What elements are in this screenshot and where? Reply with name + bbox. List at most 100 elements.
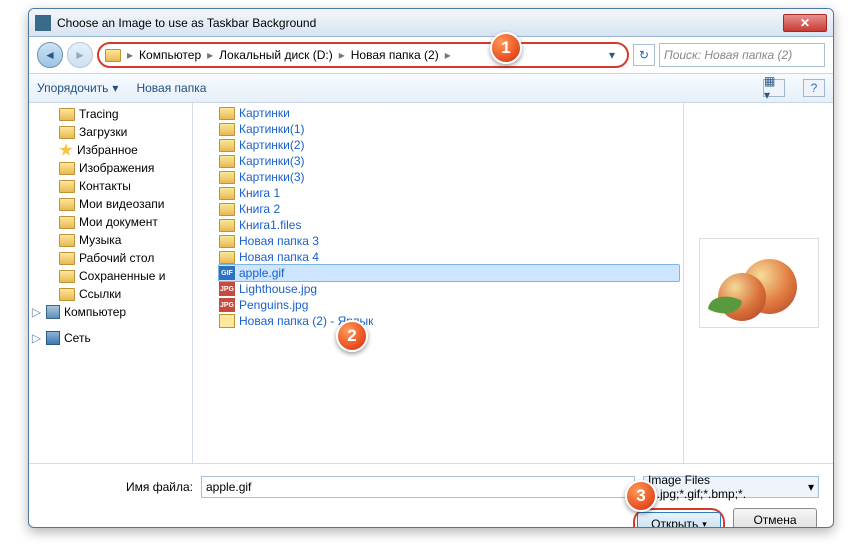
folder-icon bbox=[219, 107, 235, 120]
list-item[interactable]: Книга 1 bbox=[193, 185, 683, 201]
search-placeholder: Поиск: Новая папка (2) bbox=[664, 48, 792, 62]
organize-menu[interactable]: Упорядочить ▾ bbox=[37, 81, 118, 95]
folder-icon bbox=[219, 219, 235, 232]
titlebar[interactable]: Choose an Image to use as Taskbar Backgr… bbox=[29, 9, 833, 37]
folder-icon bbox=[219, 235, 235, 248]
folder-icon bbox=[59, 162, 75, 175]
list-item[interactable]: Картинки bbox=[193, 105, 683, 121]
filename-label: Имя файла: bbox=[43, 480, 193, 494]
list-item[interactable]: Картинки(3) bbox=[193, 153, 683, 169]
split-chevron-icon[interactable]: ▾ bbox=[702, 519, 707, 529]
list-item-selected[interactable]: GIFapple.gif bbox=[218, 264, 680, 282]
folder-icon bbox=[219, 155, 235, 168]
folder-icon bbox=[59, 234, 75, 247]
close-button[interactable]: ✕ bbox=[783, 14, 827, 32]
folder-icon bbox=[219, 139, 235, 152]
forward-button[interactable]: ► bbox=[67, 42, 93, 68]
folder-icon bbox=[59, 108, 75, 121]
folder-icon bbox=[59, 198, 75, 211]
list-item[interactable]: Картинки(1) bbox=[193, 121, 683, 137]
nav-tree[interactable]: Tracing Загрузки Избранное Изображения К… bbox=[29, 103, 193, 463]
annotation-callout-1: 1 bbox=[490, 32, 522, 64]
list-item[interactable]: JPGLighthouse.jpg bbox=[193, 281, 683, 297]
expand-icon[interactable]: ▷ bbox=[31, 331, 42, 345]
tree-item[interactable]: Tracing bbox=[29, 105, 192, 123]
tree-item[interactable]: Загрузки bbox=[29, 123, 192, 141]
file-type-filter[interactable]: Image Files (*.jpg;*.gif;*.bmp;*.▾ bbox=[643, 476, 819, 498]
dialog-footer: Имя файла: Image Files (*.jpg;*.gif;*.bm… bbox=[29, 463, 833, 528]
chevron-right-icon[interactable]: ▸ bbox=[337, 48, 347, 62]
back-button[interactable]: ◄ bbox=[37, 42, 63, 68]
list-item[interactable]: Новая папка 4 bbox=[193, 249, 683, 265]
tree-item[interactable]: Контакты bbox=[29, 177, 192, 195]
folder-icon bbox=[219, 123, 235, 136]
filename-input[interactable] bbox=[201, 476, 635, 498]
jpg-icon: JPG bbox=[219, 282, 235, 296]
annotation-callout-3: 3 bbox=[625, 480, 657, 512]
file-open-dialog: Choose an Image to use as Taskbar Backgr… bbox=[28, 8, 834, 528]
list-item[interactable]: Картинки(3) bbox=[193, 169, 683, 185]
tree-item[interactable]: Сохраненные и bbox=[29, 267, 192, 285]
expand-icon[interactable]: ▷ bbox=[31, 305, 42, 319]
refresh-button[interactable]: ↻ bbox=[633, 44, 655, 66]
preview-pane bbox=[683, 103, 833, 463]
chevron-down-icon: ▾ bbox=[808, 480, 814, 494]
view-options-button[interactable]: ▦ ▾ bbox=[763, 79, 785, 97]
folder-icon bbox=[59, 270, 75, 283]
annotation-callout-2: 2 bbox=[336, 320, 368, 352]
chevron-down-icon: ▾ bbox=[112, 81, 118, 95]
new-folder-button[interactable]: Новая папка bbox=[136, 81, 206, 95]
tree-item[interactable]: Избранное bbox=[29, 141, 192, 159]
folder-icon bbox=[219, 171, 235, 184]
folder-icon bbox=[219, 251, 235, 264]
cancel-button[interactable]: Отмена bbox=[733, 508, 817, 528]
address-dropdown-icon[interactable]: ▾ bbox=[603, 48, 621, 62]
star-icon bbox=[59, 143, 73, 157]
tree-item[interactable]: Мои видеозапи bbox=[29, 195, 192, 213]
app-icon bbox=[35, 15, 51, 31]
toolbar: Упорядочить ▾ Новая папка ▦ ▾ ? bbox=[29, 73, 833, 103]
tree-item[interactable]: Изображения bbox=[29, 159, 192, 177]
chevron-right-icon[interactable]: ▸ bbox=[205, 48, 215, 62]
chevron-right-icon[interactable]: ▸ bbox=[443, 48, 453, 62]
tree-item[interactable]: Рабочий стол bbox=[29, 249, 192, 267]
breadcrumb-disk[interactable]: Локальный диск (D:) bbox=[219, 48, 333, 62]
computer-icon bbox=[46, 305, 60, 319]
tree-item[interactable]: Ссылки bbox=[29, 285, 192, 303]
folder-icon bbox=[219, 187, 235, 200]
list-item[interactable]: Новая папка (2) - Ярлык bbox=[193, 313, 683, 329]
open-button[interactable]: Открыть ▾ bbox=[637, 512, 721, 528]
list-item[interactable]: Книга 2 bbox=[193, 201, 683, 217]
search-input[interactable]: Поиск: Новая папка (2) bbox=[659, 43, 825, 67]
tree-item[interactable]: Мои документ bbox=[29, 213, 192, 231]
tree-item[interactable]: Музыка bbox=[29, 231, 192, 249]
folder-icon bbox=[59, 216, 75, 229]
jpg-icon: JPG bbox=[219, 298, 235, 312]
location-icon bbox=[105, 49, 121, 62]
list-item[interactable]: Новая папка 3 bbox=[193, 233, 683, 249]
list-item[interactable]: Книга1.files bbox=[193, 217, 683, 233]
file-list[interactable]: Картинки Картинки(1) Картинки(2) Картинк… bbox=[193, 103, 683, 463]
nav-bar: ◄ ► ▸ Компьютер ▸ Локальный диск (D:) ▸ … bbox=[29, 37, 833, 73]
preview-image bbox=[699, 238, 819, 328]
gif-icon: GIF bbox=[219, 266, 235, 280]
list-item[interactable]: JPGPenguins.jpg bbox=[193, 297, 683, 313]
network-icon bbox=[46, 331, 60, 345]
tree-item-network[interactable]: ▷Сеть bbox=[29, 329, 192, 347]
folder-icon bbox=[59, 252, 75, 265]
tree-item-computer[interactable]: ▷Компьютер bbox=[29, 303, 192, 321]
folder-icon bbox=[219, 203, 235, 216]
breadcrumb-folder[interactable]: Новая папка (2) bbox=[351, 48, 439, 62]
chevron-right-icon[interactable]: ▸ bbox=[125, 48, 135, 62]
shortcut-icon bbox=[219, 314, 235, 328]
folder-icon bbox=[59, 288, 75, 301]
help-button[interactable]: ? bbox=[803, 79, 825, 97]
breadcrumb-computer[interactable]: Компьютер bbox=[139, 48, 201, 62]
list-item[interactable]: Картинки(2) bbox=[193, 137, 683, 153]
content-area: Tracing Загрузки Избранное Изображения К… bbox=[29, 103, 833, 463]
window-title: Choose an Image to use as Taskbar Backgr… bbox=[57, 16, 783, 30]
folder-icon bbox=[59, 180, 75, 193]
open-button-highlight: Открыть ▾ bbox=[633, 508, 725, 528]
folder-icon bbox=[59, 126, 75, 139]
address-bar[interactable]: ▸ Компьютер ▸ Локальный диск (D:) ▸ Нова… bbox=[97, 42, 629, 68]
